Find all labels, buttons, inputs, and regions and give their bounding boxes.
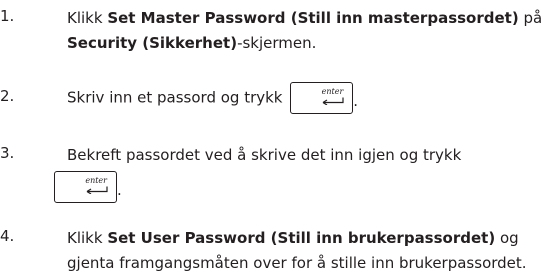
enter-key-label: enter <box>321 87 344 96</box>
step-text-end: . <box>117 181 122 199</box>
enter-arrow-icon <box>86 186 108 194</box>
menu-item-set-user-password: Set User Password (Still inn brukerpasso… <box>107 229 496 247</box>
step-text-line2: gjenta framgangsmåten over for å stille … <box>67 254 527 272</box>
step-text: Bekreft passordet ved å skrive det inn i… <box>54 143 557 203</box>
step-text-main: Skriv inn et passord og trykk <box>67 88 283 107</box>
enter-key: enter <box>290 82 354 114</box>
step-number: 2. <box>0 87 15 105</box>
step-number: 3. <box>0 144 15 162</box>
screen-name-security: Security (Sikkerhet) <box>67 34 238 52</box>
step-text-mid: på <box>518 9 543 27</box>
step-text: Klikk Set Master Password (Still inn mas… <box>67 6 557 56</box>
step-text: Klikk Set User Password (Still inn bruke… <box>67 226 557 276</box>
step-text-end: . <box>353 92 359 110</box>
step-number: 4. <box>0 227 15 245</box>
step-text-pre: Klikk <box>67 229 108 247</box>
enter-key-label: enter <box>85 176 107 185</box>
step-number: 1. <box>0 7 15 25</box>
step-text: Skriv inn et passord og trykk enter . <box>67 82 557 114</box>
menu-item-set-master-password: Set Master Password (Still inn masterpas… <box>107 9 519 27</box>
step-text-post: -skjermen. <box>237 34 317 52</box>
step-text-main: Bekreft passordet ved å skrive det inn i… <box>67 146 462 164</box>
enter-arrow-icon <box>322 97 344 105</box>
step-text-mid: og <box>495 229 519 247</box>
step-text-pre: Klikk <box>67 9 108 27</box>
enter-key: enter <box>54 171 117 203</box>
